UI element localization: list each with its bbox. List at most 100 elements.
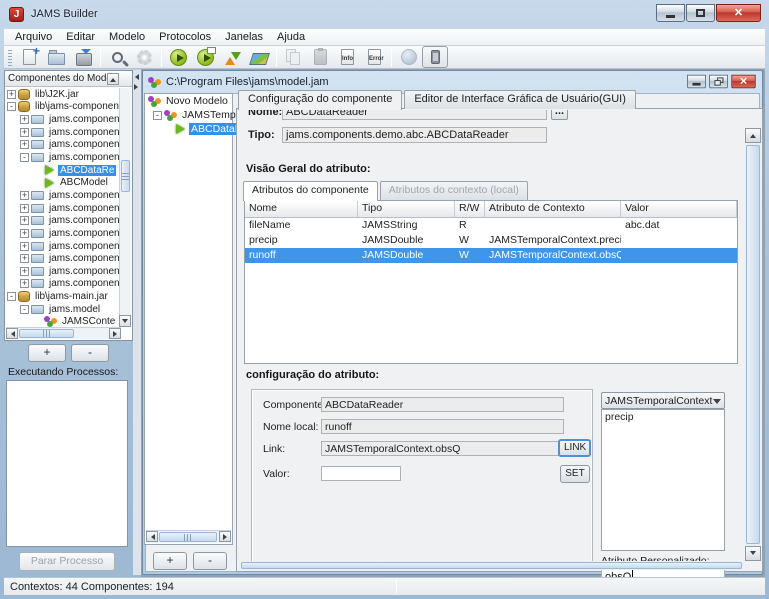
expander-icon[interactable]: [20, 229, 29, 238]
paste-button[interactable]: [307, 46, 334, 68]
col-tipo[interactable]: Tipo: [358, 201, 455, 217]
menu-janelas[interactable]: Janelas: [218, 30, 270, 44]
expander-icon[interactable]: [20, 153, 29, 162]
tree-scroll-up-button[interactable]: [107, 73, 119, 85]
tree-item[interactable]: jams.model: [6, 303, 121, 316]
expander-icon[interactable]: [7, 102, 16, 111]
running-processes-list[interactable]: [6, 380, 128, 547]
error-log-button[interactable]: Error: [361, 46, 388, 68]
context-selector-dropdown[interactable]: JAMSTemporalContext: [601, 392, 725, 409]
toolbar-grip[interactable]: [8, 48, 12, 66]
expander-icon[interactable]: [20, 191, 29, 200]
expander-icon[interactable]: [20, 254, 29, 263]
device-button[interactable]: [422, 46, 448, 68]
expander-icon[interactable]: [20, 140, 29, 149]
tree-item[interactable]: Novo Modelo: [145, 94, 232, 108]
open-model-button[interactable]: [43, 46, 70, 68]
col-nome[interactable]: Nome: [245, 201, 358, 217]
scroll-left-button[interactable]: [146, 531, 158, 542]
web-button[interactable]: [395, 46, 422, 68]
tree-vertical-scrollbar[interactable]: [119, 88, 131, 327]
tree-item[interactable]: jams.componen: [6, 113, 121, 126]
nome-field[interactable]: ABCDataReader: [282, 110, 547, 120]
doc-restore-button[interactable]: [709, 75, 728, 89]
scrollbar-thumb[interactable]: [121, 160, 130, 192]
scroll-right-button[interactable]: [219, 531, 231, 542]
context-attribute-list[interactable]: precip: [601, 409, 725, 551]
menu-editar[interactable]: Editar: [59, 30, 102, 44]
scrollbar-thumb[interactable]: [159, 532, 217, 542]
menu-arquivo[interactable]: Arquivo: [8, 30, 59, 44]
browse-button[interactable]: ...: [551, 110, 568, 120]
set-button[interactable]: SET: [560, 465, 590, 483]
tab-gui-editor[interactable]: Editor de Interface Gráfica de Usuário(G…: [404, 90, 636, 109]
collapse-right-icon[interactable]: [134, 84, 141, 90]
scroll-left-button[interactable]: [6, 328, 18, 339]
tree-item[interactable]: jams.componen: [6, 151, 121, 164]
save-model-button[interactable]: [70, 46, 97, 68]
tree-item[interactable]: jams.componen: [6, 126, 121, 139]
stop-process-button[interactable]: Parar Processo: [19, 552, 115, 571]
expander-icon[interactable]: [153, 111, 162, 120]
tab-component-config[interactable]: Configuração do componente: [238, 90, 402, 110]
expander-icon[interactable]: [20, 204, 29, 213]
tab-component-attributes[interactable]: Atributos do componente: [243, 181, 378, 201]
tree-item[interactable]: lib\jams-main.jar: [6, 290, 121, 303]
doc-minimize-button[interactable]: [687, 75, 706, 89]
expander-icon[interactable]: [20, 216, 29, 225]
valor-field[interactable]: [321, 466, 401, 481]
tree-item-selected[interactable]: ABCDataRe: [6, 164, 121, 177]
menu-protocolos[interactable]: Protocolos: [152, 30, 218, 44]
col-contexto[interactable]: Atributo de Contexto: [485, 201, 621, 217]
scrollbar-thumb[interactable]: [241, 562, 742, 569]
settings-button[interactable]: [131, 46, 158, 68]
tree-item[interactable]: jams.componen: [6, 240, 121, 253]
tree-item[interactable]: lib\J2K.jar: [6, 88, 121, 101]
minimize-button[interactable]: [656, 4, 685, 22]
maximize-button[interactable]: [686, 4, 715, 22]
tree-item[interactable]: jams.componen: [6, 214, 121, 227]
expander-icon[interactable]: [20, 305, 29, 314]
expander-icon[interactable]: [7, 90, 16, 99]
tree-item[interactable]: JAMSTemporalC: [145, 108, 232, 122]
tree-item[interactable]: jams.componen: [6, 189, 121, 202]
menu-ajuda[interactable]: Ajuda: [270, 30, 312, 44]
tree-horizontal-scrollbar[interactable]: [6, 327, 121, 339]
model-remove-button[interactable]: -: [193, 552, 227, 570]
scroll-up-button[interactable]: [745, 128, 761, 143]
col-valor[interactable]: Valor: [621, 201, 737, 217]
expander-icon[interactable]: [20, 279, 29, 288]
model-tree-horizontal-scrollbar[interactable]: [146, 530, 231, 543]
tab-context-attributes[interactable]: Atributos do contexto (local): [380, 181, 528, 200]
expander-icon[interactable]: [20, 128, 29, 137]
collapse-left-icon[interactable]: [132, 74, 139, 80]
scrollbar-thumb[interactable]: [19, 329, 74, 338]
menu-modelo[interactable]: Modelo: [102, 30, 152, 44]
config-horizontal-scrollbar[interactable]: [239, 561, 744, 570]
tree-item[interactable]: jams.componen: [6, 202, 121, 215]
tree-item[interactable]: jams.componen: [6, 252, 121, 265]
expander-icon[interactable]: [7, 292, 16, 301]
search-button[interactable]: [104, 46, 131, 68]
tree-item[interactable]: jams.componen: [6, 227, 121, 240]
table-row[interactable]: precip JAMSDouble W JAMSTemporalContext.…: [245, 233, 737, 248]
scrollbar-thumb[interactable]: [746, 145, 760, 544]
doc-close-button[interactable]: ✕: [731, 75, 755, 89]
info-log-button[interactable]: Info: [334, 46, 361, 68]
col-rw[interactable]: R/W: [455, 201, 485, 217]
tree-item[interactable]: ABCModel: [6, 176, 121, 189]
expander-icon[interactable]: [20, 242, 29, 251]
run-model-window-button[interactable]: [192, 46, 219, 68]
close-button[interactable]: ✕: [716, 4, 761, 22]
tree-item[interactable]: jams.componen: [6, 278, 121, 291]
remove-component-button[interactable]: -: [71, 344, 109, 362]
new-model-button[interactable]: [16, 46, 43, 68]
link-button[interactable]: LINK: [558, 439, 591, 457]
config-vertical-scrollbar[interactable]: [745, 128, 761, 561]
model-updown-button[interactable]: [219, 46, 246, 68]
copy-button[interactable]: [280, 46, 307, 68]
tree-scroll-down-button[interactable]: [119, 315, 131, 327]
expander-icon[interactable]: [20, 115, 29, 124]
splitpane-divider[interactable]: [133, 70, 141, 575]
tree-item[interactable]: jams.componen: [6, 265, 121, 278]
